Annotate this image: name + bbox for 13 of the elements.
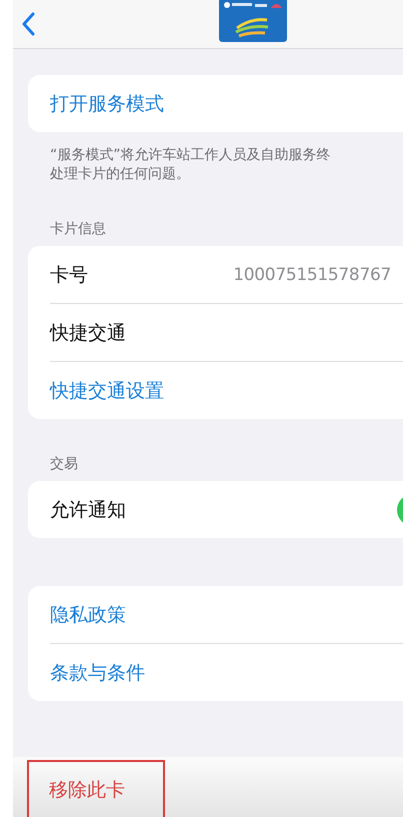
section-header: 交易 bbox=[50, 455, 79, 473]
service-mode-description: “服务模式”将允许车站工作人员及自助服务终 处理卡片的任何问题。 bbox=[50, 146, 332, 184]
settings-row[interactable]: 快捷交通 bbox=[50, 303, 403, 361]
row-label: 卡号 bbox=[50, 262, 88, 288]
card-number: 100075151578767 bbox=[233, 264, 391, 284]
settings-link[interactable]: 快捷交通设置 bbox=[50, 361, 403, 419]
row-label: 允许通知 bbox=[50, 498, 126, 522]
remove-card-button[interactable]: 移除此卡 bbox=[27, 760, 165, 817]
back-icon[interactable] bbox=[20, 11, 36, 37]
service-mode-link[interactable]: 打开服务模式 bbox=[50, 75, 403, 132]
settings-link[interactable]: 条款与条件 bbox=[50, 643, 403, 701]
settings-link[interactable]: 隐私政策 bbox=[50, 586, 403, 643]
section-header: 卡片信息 bbox=[50, 220, 107, 238]
